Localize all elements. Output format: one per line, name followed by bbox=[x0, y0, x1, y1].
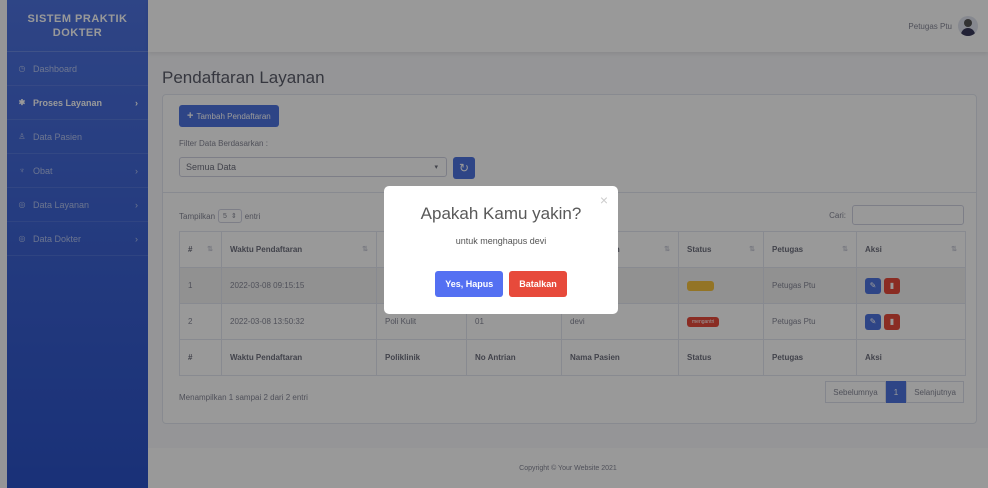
dialog-buttons: Yes, Hapus Batalkan bbox=[384, 271, 618, 297]
cancel-button[interactable]: Batalkan bbox=[509, 271, 567, 297]
confirm-delete-button[interactable]: Yes, Hapus bbox=[435, 271, 504, 297]
dialog-title: Apakah Kamu yakin? bbox=[420, 204, 582, 223]
dialog-text: untuk menghapus devi bbox=[455, 236, 547, 246]
confirm-dialog: × Apakah Kamu yakin? untuk menghapus dev… bbox=[384, 186, 618, 314]
